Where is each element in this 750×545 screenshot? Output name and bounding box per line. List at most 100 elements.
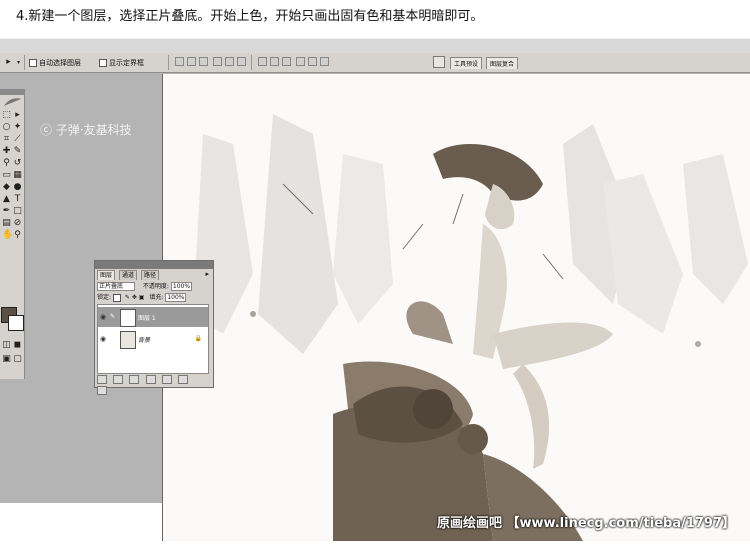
opacity-input[interactable]: 100%	[170, 282, 193, 291]
blur-tool-icon[interactable]: ◆	[2, 183, 11, 192]
hand-tool-icon[interactable]: ✋	[2, 231, 13, 240]
pen-tool-icon[interactable]: ✒	[2, 207, 11, 216]
lock-move-icon[interactable]: ✥	[132, 294, 137, 301]
align-center-icon[interactable]	[225, 57, 234, 66]
separator	[168, 55, 169, 70]
eyedropper-icon[interactable]: ⊘	[13, 219, 22, 228]
copyright-watermark: ⓒ 子弹·友基科技	[40, 123, 132, 137]
dodge-tool-icon[interactable]: ●	[13, 183, 22, 192]
align-right-icon[interactable]	[237, 57, 246, 66]
tab-tool-presets[interactable]: 工具预设	[450, 57, 483, 69]
visibility-eye-icon[interactable]: ◉	[100, 335, 108, 343]
lock-paint-icon[interactable]: ✎	[125, 294, 130, 301]
screen-mode-icon[interactable]: ▣	[2, 355, 11, 364]
layer-style-icon[interactable]	[113, 375, 124, 384]
distribute-top-icon[interactable]	[258, 57, 267, 66]
caption-text: 4.新建一个图层，选择正片叠底。开始上色，开始只画出固有色和基本明暗即可。	[16, 9, 484, 24]
clone-stamp-icon[interactable]: ⚲	[2, 159, 11, 168]
lock-all-icon[interactable]: ▣	[139, 294, 145, 301]
eraser-tool-icon[interactable]: ▭	[2, 171, 11, 180]
separator	[251, 55, 252, 70]
move-tool-preset-icon[interactable]: ▸	[4, 58, 13, 67]
photoshop-window: ▸ ▾ 自动选择图层 显示定界框 工具预设 图层复合 ⬚ ▸ ○ ✦ ⌗ ⟋ ✚…	[0, 38, 750, 541]
auto-select-checkbox[interactable]: 自动选择图层	[29, 58, 81, 68]
feather-logo-icon	[4, 98, 21, 106]
new-group-icon[interactable]	[161, 375, 172, 384]
tab-label: 通道	[122, 272, 135, 279]
tab-label: 工具预设	[454, 61, 479, 68]
new-fill-layer-icon[interactable]	[145, 375, 156, 384]
tab-layer-comps[interactable]: 图层复合	[486, 57, 519, 69]
align-top-icon[interactable]	[175, 57, 184, 66]
panel-menu-icon[interactable]: ▸	[205, 270, 209, 278]
healing-brush-icon[interactable]: ✚	[2, 147, 11, 156]
quick-mask-icon[interactable]: ◫	[2, 341, 11, 350]
gradient-tool-icon[interactable]: ▦	[13, 171, 22, 180]
menu-strip	[0, 38, 750, 53]
lock-row: 锁定: ✎ ✥ ▣ 填充: 100%	[97, 293, 209, 303]
lock-transparency-icon[interactable]	[112, 293, 121, 302]
move-tool-icon[interactable]: ▸	[13, 111, 22, 120]
layer-name: 背景	[138, 337, 151, 344]
new-layer-icon[interactable]	[178, 375, 189, 384]
document-canvas[interactable]	[162, 74, 750, 541]
tab-label: 图层	[100, 272, 113, 279]
brush-tool-icon[interactable]: ✎	[13, 147, 22, 156]
standard-mode-icon[interactable]: ◼	[13, 341, 22, 350]
delete-layer-icon[interactable]	[97, 386, 107, 395]
tab-channels[interactable]: 通道	[119, 270, 138, 280]
background-color-swatch[interactable]	[8, 315, 24, 331]
align-bottom-icon[interactable]	[199, 57, 208, 66]
tab-paths[interactable]: 路径	[141, 270, 160, 280]
layer-thumbnail	[120, 331, 136, 349]
layer-actions	[97, 375, 207, 395]
path-select-icon[interactable]: ▲	[2, 195, 11, 204]
link-layers-icon[interactable]	[97, 375, 107, 384]
sketch-artwork	[163, 74, 750, 541]
align-middle-icon[interactable]	[187, 57, 196, 66]
shape-tool-icon[interactable]: □	[13, 207, 22, 216]
checkbox-box[interactable]	[99, 59, 107, 67]
fill-input[interactable]: 100%	[165, 293, 187, 302]
checkbox-box[interactable]	[29, 59, 37, 67]
site-watermark: 原画绘画吧 【www.linecg.com/tieba/1797】	[437, 516, 736, 531]
tutorial-caption: 4.新建一个图层，选择正片叠底。开始上色，开始只画出固有色和基本明暗即可。	[0, 0, 750, 38]
align-left-icon[interactable]	[213, 57, 222, 66]
layer-thumbnail	[120, 309, 136, 327]
fullscreen-mode-icon[interactable]: ▢	[13, 355, 22, 364]
show-bounds-checkbox[interactable]: 显示定界框	[99, 58, 144, 68]
blend-mode-select[interactable]: 正片叠底	[97, 282, 135, 291]
layer-list: ◉ ✎ 图层 1 ◉ 背景 🔒	[97, 304, 209, 374]
brush-link-icon: ✎	[110, 313, 116, 320]
type-tool-icon[interactable]: T	[13, 195, 22, 204]
lock-icon: 🔒	[194, 335, 202, 342]
history-brush-icon[interactable]: ↺	[13, 159, 22, 168]
distribute-middle-icon[interactable]	[270, 57, 279, 66]
auto-select-label: 自动选择图层	[39, 59, 81, 67]
distribute-center-icon[interactable]	[308, 57, 317, 66]
lasso-tool-icon[interactable]: ○	[2, 123, 11, 132]
magic-wand-icon[interactable]: ✦	[13, 123, 22, 132]
layer-row-layer1[interactable]: ◉ ✎ 图层 1	[98, 307, 208, 327]
fill-value: 100%	[167, 294, 185, 301]
crop-tool-icon[interactable]: ⌗	[2, 135, 11, 144]
tab-layers[interactable]: 图层	[97, 270, 116, 280]
add-mask-icon[interactable]	[129, 375, 140, 384]
notes-tool-icon[interactable]: ▤	[2, 219, 11, 228]
lock-label: 锁定:	[97, 294, 112, 301]
toolbox: ⬚ ▸ ○ ✦ ⌗ ⟋ ✚ ✎ ⚲ ↺ ▭ ▦ ◆ ● ▲ T ✒ □ ▤ ⊘ …	[0, 89, 25, 379]
options-bar: ▸ ▾ 自动选择图层 显示定界框 工具预设 图层复合	[0, 53, 750, 73]
preset-dropdown-icon[interactable]: ▾	[14, 58, 23, 67]
panel-titlebar[interactable]	[95, 261, 213, 269]
distribute-right-icon[interactable]	[320, 57, 329, 66]
palette-well-icon[interactable]	[433, 56, 445, 68]
slice-tool-icon[interactable]: ⟋	[13, 135, 22, 144]
marquee-tool-icon[interactable]: ⬚	[2, 111, 11, 120]
layer-row-background[interactable]: ◉ 背景 🔒	[98, 329, 208, 349]
distribute-bottom-icon[interactable]	[282, 57, 291, 66]
visibility-eye-icon[interactable]: ◉	[100, 313, 108, 321]
toolbox-titlebar	[0, 89, 24, 95]
layers-panel: 图层 通道 路径 ▸ 正片叠底 不透明度: 100% 锁定: ✎ ✥ ▣ 填充:…	[94, 260, 214, 395]
zoom-tool-icon[interactable]: ⚲	[13, 231, 22, 240]
distribute-left-icon[interactable]	[296, 57, 305, 66]
